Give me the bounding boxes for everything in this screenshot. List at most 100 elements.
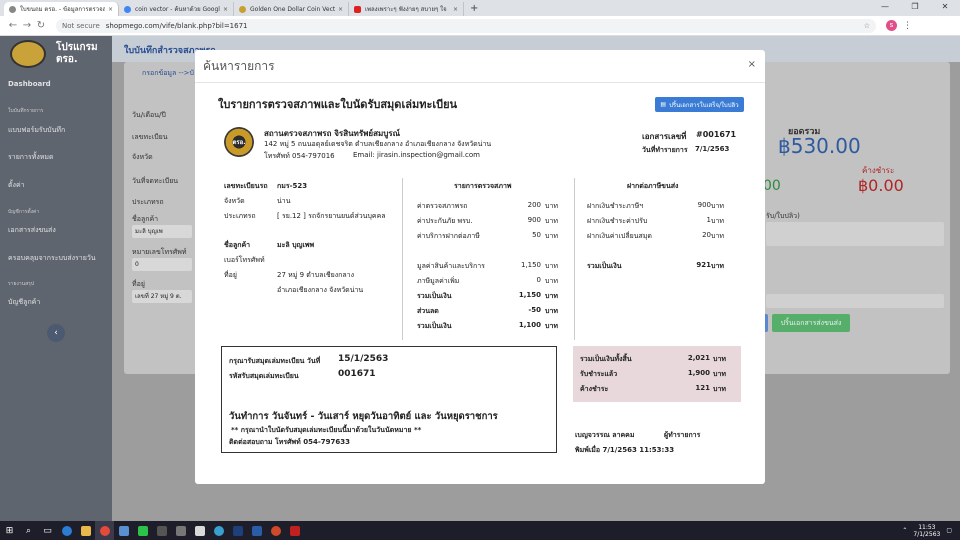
search-modal: ค้นหารายการ × ใบรายการตรวจสภาพและใบนัดรั… bbox=[195, 50, 765, 484]
chrome-icon[interactable] bbox=[95, 521, 114, 540]
browser-tab-bar: ใบขนถม ตรอ. - ข้อมูลการตรวจสภาพ× coin ve… bbox=[0, 0, 960, 16]
form-label: เลขทะเบียน bbox=[132, 133, 168, 141]
notification-icon[interactable]: ⌃ bbox=[902, 527, 907, 534]
sidebar-item-dashboard[interactable]: Dashboard bbox=[8, 80, 51, 88]
line-unit: บาท bbox=[545, 262, 558, 270]
edge-icon[interactable] bbox=[57, 521, 76, 540]
sidebar-heading: ใบบันทึกรายการ bbox=[8, 108, 44, 114]
modal-close-icon[interactable]: × bbox=[748, 59, 756, 70]
taskbar: ⊞ ⌕ ▭ ⌃ 11:53 7/1/2563 ▢ bbox=[0, 521, 960, 540]
windows-start-icon[interactable]: ⊞ bbox=[0, 521, 19, 540]
staff-role: ผู้ทำรายการ bbox=[664, 431, 701, 439]
print-receipt-button[interactable]: ▤ ปริ้นเอกสารใบเสร็จ/ใบปลิว bbox=[655, 97, 744, 112]
system-tray: ⌃ 11:53 7/1/2563 ▢ bbox=[902, 524, 960, 538]
shopping-icon[interactable] bbox=[190, 521, 209, 540]
line-value: 1 bbox=[706, 216, 711, 224]
new-tab-button[interactable]: + bbox=[464, 3, 484, 14]
browser-tab[interactable]: เพลงเพราะๆ ฟังง่ายๆ สบายๆ ใจ × bbox=[349, 2, 464, 16]
store-icon[interactable] bbox=[114, 521, 133, 540]
tab-close-icon[interactable]: × bbox=[453, 6, 458, 13]
staff-name: เบญจวรรณ ลาคคม bbox=[575, 431, 635, 439]
sidebar-item-transport-docs[interactable]: เอกสารส่งขนส่ง bbox=[8, 225, 56, 236]
phone-input[interactable]: 0 bbox=[132, 258, 192, 271]
line-unit: บาท bbox=[545, 217, 558, 225]
printed-at: พิมพ์เมื่อ 7/1/2563 11:53:33 bbox=[575, 446, 675, 454]
send-transport-button[interactable]: ปริ้นเอกสารส่งขนส่ง bbox=[772, 314, 850, 332]
contact-info: ติดต่อสอบถาม โทรศัพท์ 054-797633 bbox=[229, 438, 350, 446]
photoshop-icon[interactable] bbox=[228, 521, 247, 540]
browser-tab[interactable]: Golden One Dollar Coin Vector I× bbox=[234, 2, 349, 16]
search-icon[interactable]: ⌕ bbox=[19, 521, 38, 540]
sidebar-heading: รายงานสรุป bbox=[8, 281, 35, 287]
appointment-box: กรุณารับสมุดเล่มทะเบียน วันที่ 15/1/2563… bbox=[221, 346, 557, 453]
url-input[interactable]: Not secure shopmego.com/vife/blank.php?b… bbox=[56, 18, 876, 33]
sidebar-collapse-icon[interactable]: ‹ bbox=[47, 324, 65, 342]
line-unit: บาท bbox=[713, 355, 726, 363]
line-value: 20 bbox=[702, 231, 711, 239]
station-phone: โทรศัพท์ 054-797016 bbox=[264, 152, 335, 160]
note-field[interactable] bbox=[766, 222, 944, 246]
line-value: 200 bbox=[527, 201, 541, 209]
reload-icon[interactable]: ↻ bbox=[34, 20, 48, 31]
word-icon[interactable] bbox=[247, 521, 266, 540]
bg-field[interactable] bbox=[766, 294, 944, 308]
address-bar: ← → ↻ Not secure shopmego.com/vife/blank… bbox=[0, 16, 960, 36]
app-icon[interactable] bbox=[152, 521, 171, 540]
line-value: 0 bbox=[536, 276, 541, 284]
calculator-icon[interactable] bbox=[171, 521, 190, 540]
province-value: น่าน bbox=[277, 197, 291, 205]
browser-tab[interactable]: coin vector - ค้นหาด้วย Google × bbox=[119, 2, 234, 16]
sidebar-heading: บัญชีการตั้งค่า bbox=[8, 209, 40, 215]
sidebar-item-customers[interactable]: บัญชีลูกค้า bbox=[8, 297, 40, 308]
line-icon[interactable] bbox=[133, 521, 152, 540]
game-icon[interactable] bbox=[266, 521, 285, 540]
browser-menu-icon[interactable]: ⋮ bbox=[903, 21, 912, 31]
sidebar-item-settings[interactable]: ตั้งค่า bbox=[8, 180, 25, 191]
media-icon[interactable] bbox=[285, 521, 304, 540]
clock[interactable]: 11:53 7/1/2563 bbox=[913, 524, 940, 538]
form-label: วันที่จดทะเบียน bbox=[132, 177, 179, 185]
bookmark-star-icon[interactable]: ☆ bbox=[864, 22, 870, 30]
receive-date: 15/1/2563 bbox=[338, 354, 389, 364]
line-value: 900 bbox=[527, 216, 541, 224]
minimize-icon[interactable]: — bbox=[870, 0, 900, 16]
forward-icon[interactable]: → bbox=[20, 20, 34, 31]
maximize-icon[interactable]: ❐ bbox=[900, 0, 930, 16]
tab-close-icon[interactable]: × bbox=[108, 6, 113, 13]
action-center-icon[interactable]: ▢ bbox=[946, 527, 952, 534]
doc-number: #001671 bbox=[696, 130, 737, 139]
back-icon[interactable]: ← bbox=[6, 20, 20, 31]
hint-text: รับ/ใบปลิว) bbox=[766, 212, 800, 220]
not-secure-label: Not secure bbox=[62, 21, 100, 30]
form-label: วัน/เดือน/ปี bbox=[132, 111, 166, 119]
doc-date: 7/1/2563 bbox=[695, 145, 730, 153]
appointment-note: ** กรุณานำใบนัดรับสมุดเล่มทะเบียนนี้มาด้… bbox=[231, 426, 422, 434]
divider bbox=[574, 178, 575, 340]
sidebar-item-daily[interactable]: ครอบคลุมจากระบบส่งรายวัน bbox=[8, 253, 96, 264]
reg-label: เลขทะเบียนรถ bbox=[224, 182, 268, 190]
window-controls: — ❐ ✕ bbox=[870, 0, 960, 16]
address-input[interactable]: เลขที่ 27 หมู่ 9 ต. bbox=[132, 290, 192, 303]
sidebar-item-all[interactable]: รายการทั้งหมด bbox=[8, 152, 54, 163]
line-label: ฝากเงินชำระค่าปรับ bbox=[587, 217, 648, 225]
line-value: 1,900 bbox=[687, 369, 710, 377]
browser-icon[interactable] bbox=[209, 521, 228, 540]
file-explorer-icon[interactable] bbox=[76, 521, 95, 540]
profile-avatar[interactable]: s bbox=[886, 20, 897, 31]
breadcrumb: กรอกข้อมูล -->บั bbox=[142, 69, 194, 77]
line-label: รวมเป็นเงิน bbox=[417, 292, 452, 300]
line-unit: บาท bbox=[545, 292, 558, 300]
type-value: [ รย.12 ] รถจักรยานยนต์ส่วนบุคคล bbox=[277, 212, 386, 220]
close-window-icon[interactable]: ✕ bbox=[930, 0, 960, 16]
station-logo: ตรอ. bbox=[224, 127, 254, 157]
customer-input[interactable]: มะลิ บุญเพ bbox=[132, 225, 192, 238]
sidebar-title: โปรแกรม ตรอ. bbox=[56, 42, 98, 65]
doc-number-label: เอกสารเลขที่ bbox=[642, 132, 687, 141]
line-label: มูลค่าสินค้าและบริการ bbox=[417, 262, 485, 270]
browser-tab[interactable]: ใบขนถม ตรอ. - ข้อมูลการตรวจสภาพ× bbox=[4, 2, 119, 16]
sidebar-item-form[interactable]: แบบฟอร์มรับบันทึก bbox=[8, 125, 65, 136]
line-unit: บาท bbox=[711, 232, 724, 240]
tab-close-icon[interactable]: × bbox=[338, 6, 343, 13]
task-view-icon[interactable]: ▭ bbox=[38, 521, 57, 540]
tab-close-icon[interactable]: × bbox=[223, 6, 228, 13]
